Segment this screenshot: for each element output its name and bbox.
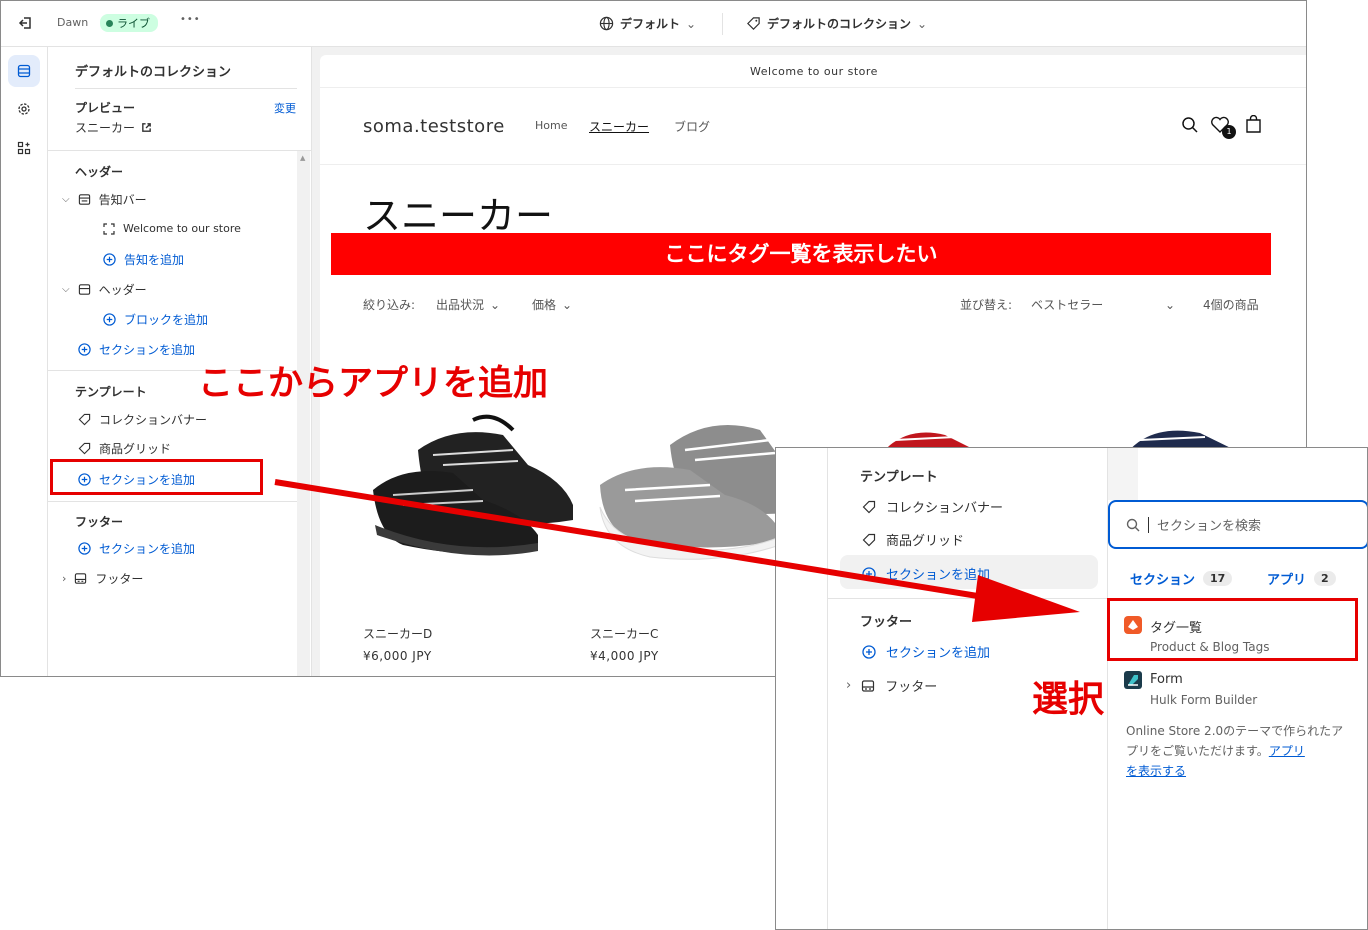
arrow-shaft [274,479,991,601]
annotation-arrow [274,479,1080,622]
arrow-head [972,575,1080,622]
